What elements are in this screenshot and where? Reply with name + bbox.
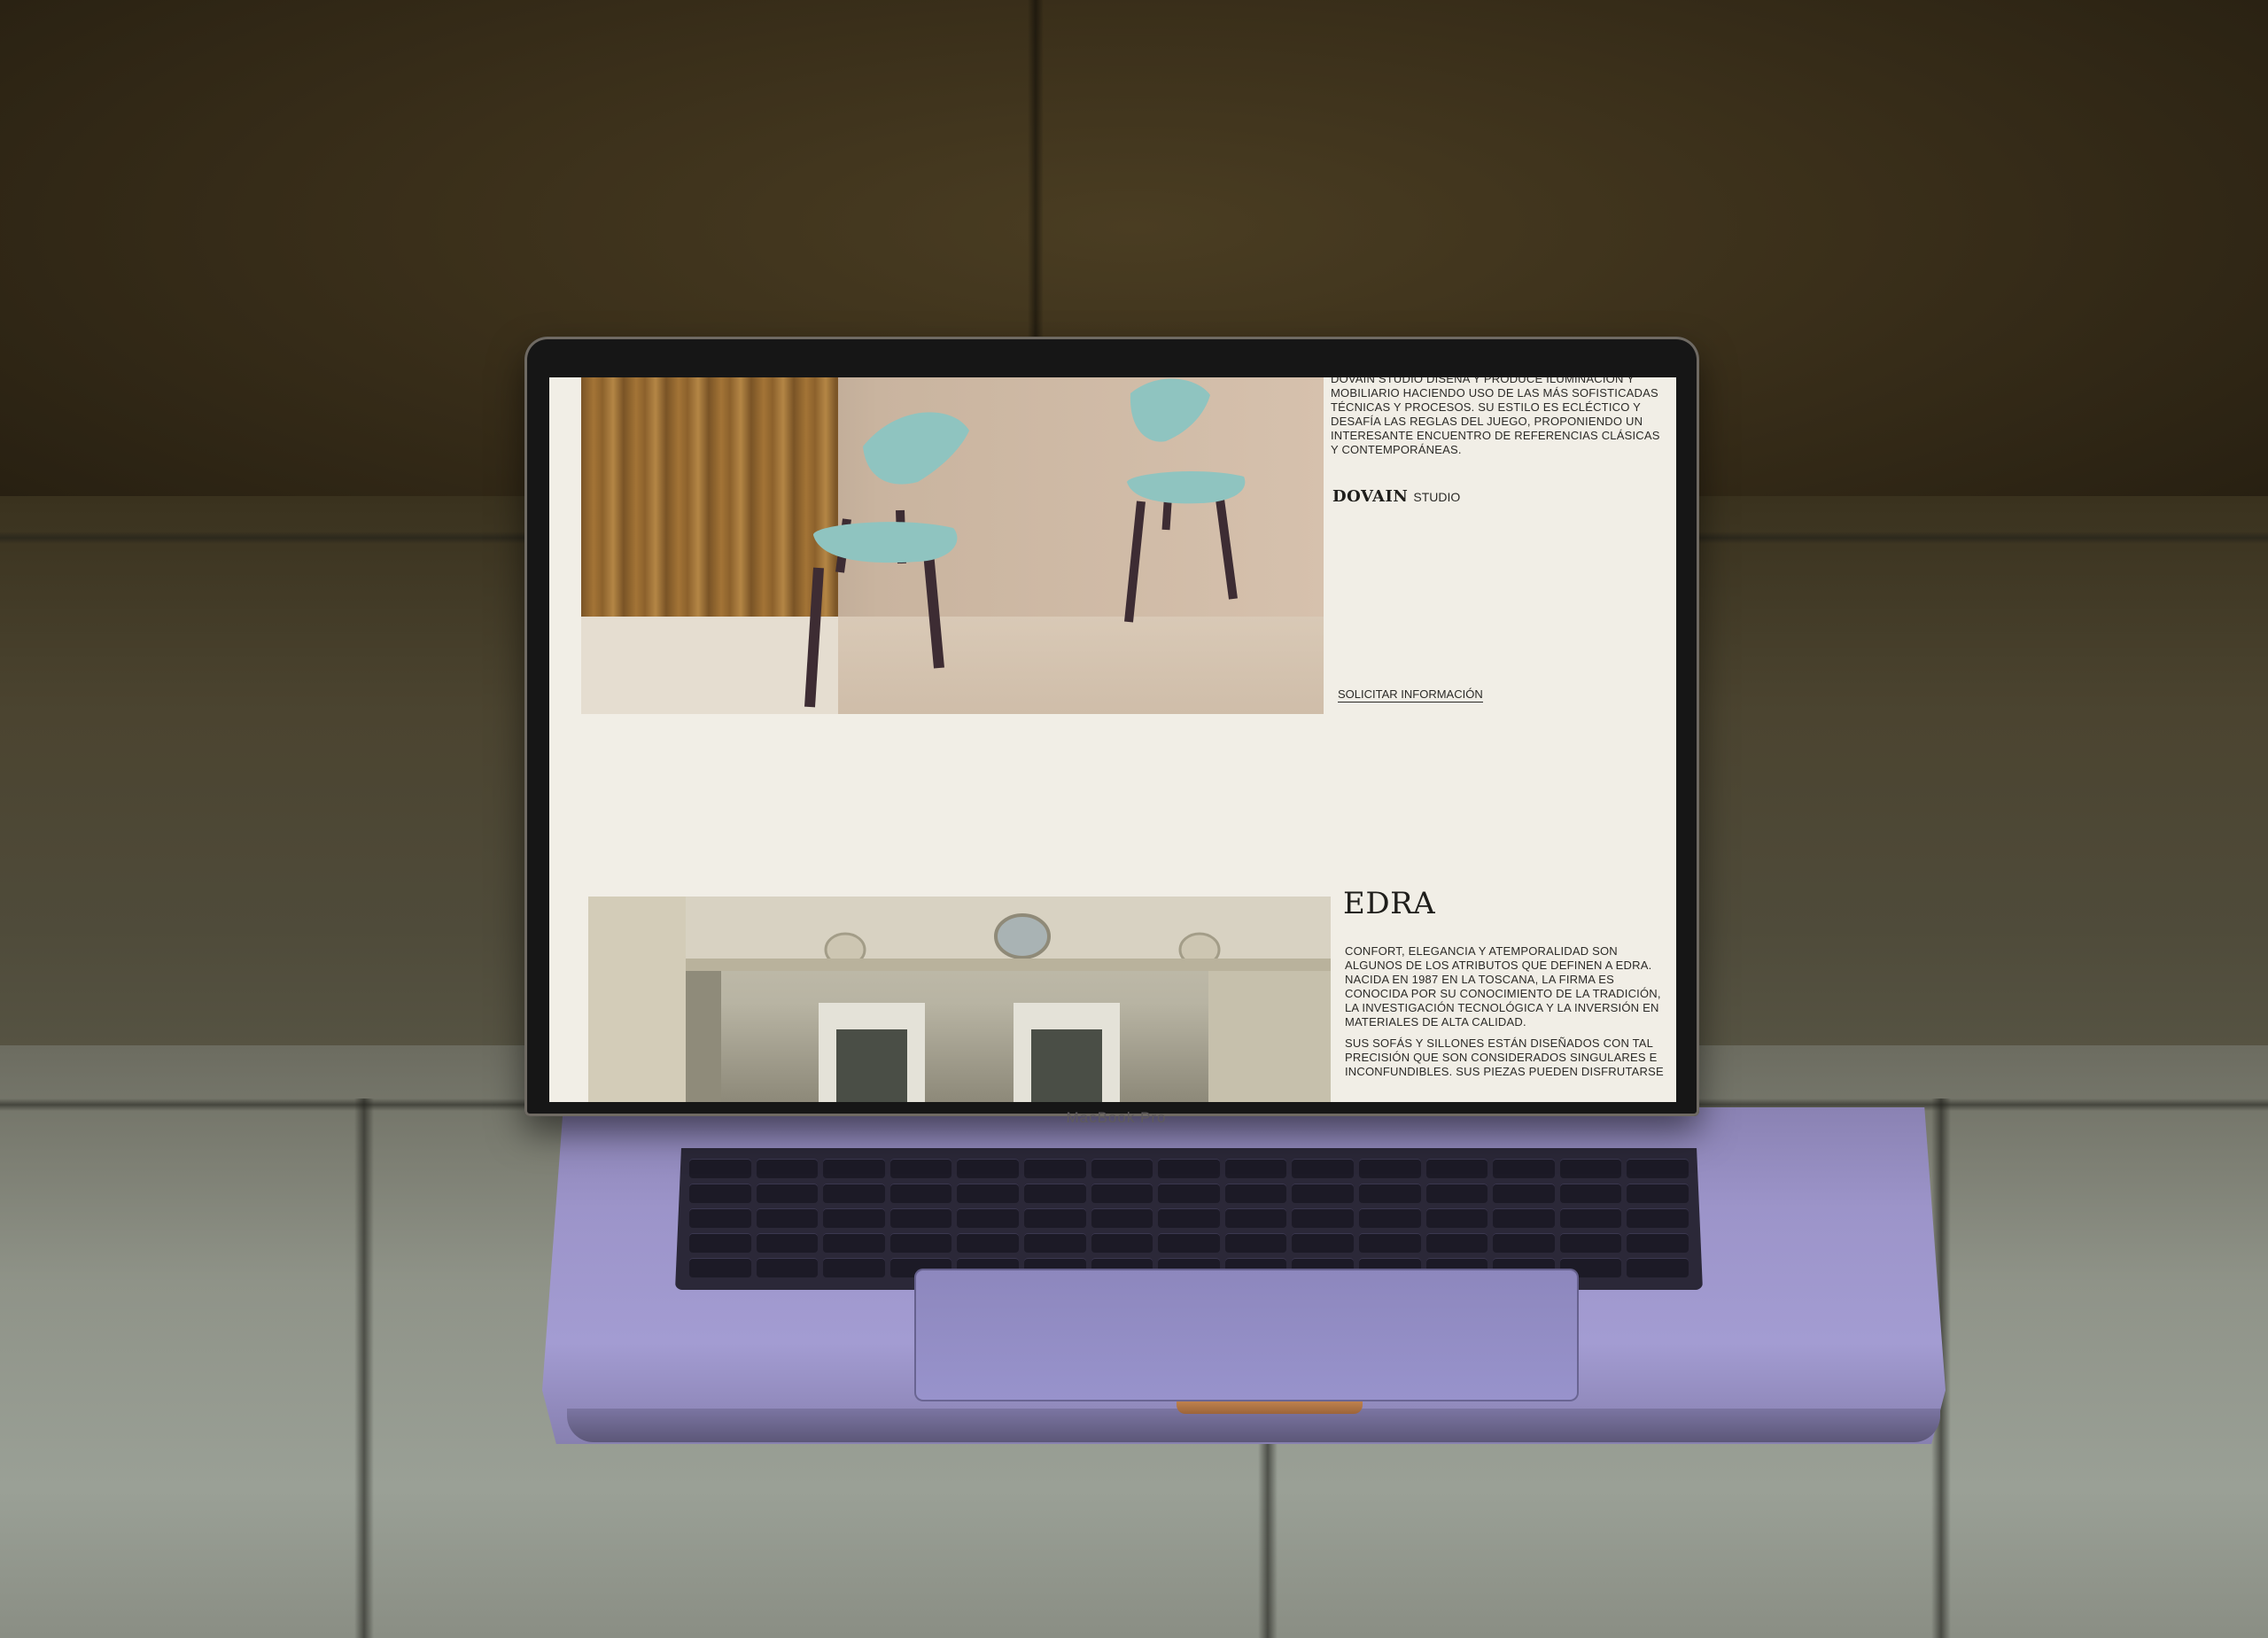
keyboard-key[interactable] [1292, 1159, 1354, 1178]
keyboard-key[interactable] [957, 1233, 1019, 1253]
keyboard-key[interactable] [1425, 1184, 1488, 1203]
sofa-seam [1028, 0, 1044, 381]
keyboard-key[interactable] [1627, 1208, 1689, 1228]
keyboard-key[interactable] [1559, 1208, 1622, 1228]
keyboard-key[interactable] [1627, 1233, 1689, 1253]
keyboard-key[interactable] [1627, 1159, 1689, 1178]
keyboard-key[interactable] [1158, 1233, 1220, 1253]
keyboard-key[interactable] [889, 1233, 952, 1253]
keyboard-key[interactable] [889, 1159, 952, 1178]
keyboard-key[interactable] [1224, 1184, 1287, 1203]
keyboard-key[interactable] [689, 1258, 751, 1277]
keyboard-key[interactable] [957, 1184, 1019, 1203]
keyboard-key[interactable] [1023, 1208, 1086, 1228]
keyboard-key[interactable] [1559, 1159, 1622, 1178]
keyboard-key[interactable] [957, 1159, 1019, 1178]
cushion-seam [354, 1098, 374, 1638]
keyboard-key[interactable] [1292, 1208, 1354, 1228]
cushion-seam [1258, 1435, 1278, 1638]
edra-interior-image [588, 897, 1331, 1102]
keyboard-key[interactable] [1292, 1184, 1354, 1203]
keyboard-key[interactable] [1627, 1258, 1689, 1277]
chair-right [1124, 378, 1246, 623]
laptop-screen: DOVAIN STUDIO DISEÑA Y PRODUCE ILUMINACI… [549, 377, 1676, 1102]
keyboard-key[interactable] [689, 1159, 751, 1178]
edra-paragraph-2: SUS SOFÁS Y SILLONES ESTÁN DISEÑADOS CON… [1345, 1036, 1664, 1078]
keyboard-key[interactable] [1358, 1233, 1421, 1253]
keyboard-key[interactable] [823, 1208, 885, 1228]
dovain-intro-text: DOVAIN STUDIO DISEÑA Y PRODUCE ILUMINACI… [1331, 377, 1660, 456]
keyboard-key[interactable] [1023, 1184, 1086, 1203]
keyboard-key[interactable] [1493, 1233, 1555, 1253]
keyboard-key[interactable] [1224, 1159, 1287, 1178]
keyboard-key[interactable] [756, 1258, 819, 1277]
keyboard-key[interactable] [1358, 1208, 1421, 1228]
keyboard-key[interactable] [823, 1159, 885, 1178]
keyboard-key[interactable] [756, 1208, 819, 1228]
request-info-link[interactable]: SOLICITAR INFORMACIÓN [1338, 687, 1483, 703]
keyboard-key[interactable] [889, 1184, 952, 1203]
keyboard-key[interactable] [1158, 1159, 1220, 1178]
keyboard-key[interactable] [1493, 1184, 1555, 1203]
keyboard-key[interactable] [1158, 1184, 1220, 1203]
keyboard-key[interactable] [1023, 1233, 1086, 1253]
keyboard-key[interactable] [1158, 1208, 1220, 1228]
keyboard-key[interactable] [1023, 1159, 1086, 1178]
keyboard-key[interactable] [1425, 1233, 1488, 1253]
dovain-logo[interactable]: DOVAIN STUDIO [1332, 487, 1460, 506]
chairs-illustration [804, 378, 1246, 708]
chairs-product-image [581, 377, 1324, 714]
keyboard-key[interactable] [823, 1233, 885, 1253]
trackpad[interactable] [914, 1269, 1579, 1401]
keyboard-key[interactable] [1559, 1184, 1622, 1203]
laptop-model-label: MacBook Pro [1066, 1109, 1167, 1126]
keyboard-key[interactable] [1627, 1184, 1689, 1203]
keyboard-key[interactable] [1224, 1208, 1287, 1228]
keyboard-key[interactable] [1493, 1208, 1555, 1228]
keyboard-key[interactable] [689, 1184, 751, 1203]
keyboard-key[interactable] [689, 1208, 751, 1228]
logo-sub: STUDIO [1413, 490, 1461, 504]
keyboard-key[interactable] [1091, 1233, 1153, 1253]
edra-heading: EDRA [1343, 886, 1436, 921]
keyboard-key[interactable] [1091, 1208, 1153, 1228]
keyboard-key[interactable] [1292, 1233, 1354, 1253]
keyboard-key[interactable] [1425, 1159, 1488, 1178]
keyboard-key[interactable] [823, 1258, 885, 1277]
keyboard-key[interactable] [1224, 1233, 1287, 1253]
keyboard-key[interactable] [756, 1184, 819, 1203]
keyboard-key[interactable] [889, 1208, 952, 1228]
keyboard-key[interactable] [957, 1208, 1019, 1228]
keyboard-key[interactable] [756, 1233, 819, 1253]
chair-left [804, 412, 969, 708]
keyboard-key[interactable] [1358, 1184, 1421, 1203]
keyboard-key[interactable] [756, 1159, 819, 1178]
keyboard-key[interactable] [1091, 1184, 1153, 1203]
keyboard-key[interactable] [1559, 1233, 1622, 1253]
keyboard-key[interactable] [1358, 1159, 1421, 1178]
keyboard-key[interactable] [689, 1233, 751, 1253]
keyboard-key[interactable] [823, 1184, 885, 1203]
keyboard-key[interactable] [1425, 1208, 1488, 1228]
hall-illustration [588, 897, 1331, 1102]
edra-paragraph-1: CONFORT, ELEGANCIA Y ATEMPORALIDAD SON A… [1345, 944, 1661, 1029]
logo-wordmark: DOVAIN [1332, 487, 1409, 506]
keyboard-key[interactable] [1091, 1159, 1153, 1178]
keyboard-key[interactable] [1493, 1159, 1555, 1178]
